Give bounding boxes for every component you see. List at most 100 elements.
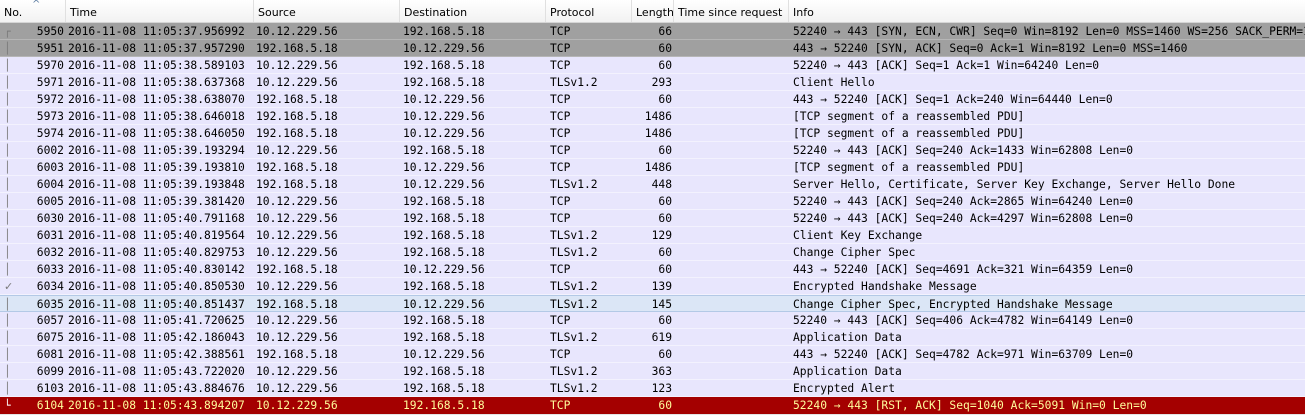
packet-row[interactable]: │ 6081 2016-11-08 11:05:42.388561 192.168.5…	[0, 346, 1305, 363]
column-label-length: Length	[636, 6, 674, 19]
column-header-time-since-request[interactable]: Time since request	[674, 0, 789, 22]
packet-info: Client Hello	[793, 76, 875, 89]
packet-source: 10.12.229.56	[256, 365, 338, 378]
packet-time: 2016-11-08 11:05:42.388561	[68, 348, 245, 361]
packet-length: 60	[658, 348, 672, 361]
packet-number: 6003	[36, 161, 64, 174]
packet-row[interactable]: │ 6057 2016-11-08 11:05:41.720625 10.12.229…	[0, 312, 1305, 329]
column-header-destination[interactable]: Destination	[400, 0, 546, 22]
packet-protocol: TCP	[550, 399, 571, 412]
packet-row[interactable]: │ 5971 2016-11-08 11:05:38.637368 10.12.229…	[0, 74, 1305, 91]
packet-row[interactable]: │ 5951 2016-11-08 11:05:37.957290 192.168.5…	[0, 40, 1305, 57]
packet-row[interactable]: │ 6005 2016-11-08 11:05:39.381420 10.12.229…	[0, 193, 1305, 210]
packet-time-since-request	[676, 159, 788, 176]
packet-number: 6103	[36, 382, 64, 395]
packet-protocol: TCP	[550, 314, 571, 327]
packet-time-since-request	[676, 108, 788, 125]
column-header-info[interactable]: Info	[789, 0, 1305, 22]
packet-length: 293	[651, 76, 672, 89]
packet-time: 2016-11-08 11:05:39.193810	[68, 161, 245, 174]
packet-protocol: TLSv1.2	[550, 298, 598, 311]
packet-length: 60	[658, 93, 672, 106]
packet-row[interactable]: │ 5972 2016-11-08 11:05:38.638070 192.168.5…	[0, 91, 1305, 108]
packet-row[interactable]: ┌ 5950 2016-11-08 11:05:37.956992 10.12.229…	[0, 23, 1305, 40]
column-header-length[interactable]: Length	[632, 0, 674, 22]
packet-row[interactable]: │ 6099 2016-11-08 11:05:43.722020 10.12.229…	[0, 363, 1305, 380]
packet-source: 192.168.5.18	[256, 93, 338, 106]
packet-destination: 192.168.5.18	[403, 76, 485, 89]
packet-destination: 192.168.5.18	[403, 314, 485, 327]
packet-row[interactable]: ✓ 6034 2016-11-08 11:05:40.850530 10.12.229…	[0, 278, 1305, 295]
packet-number: 6005	[36, 195, 64, 208]
packet-number: 5971	[36, 76, 64, 89]
packet-length: 66	[658, 25, 672, 38]
packet-row[interactable]: └ 6104 2016-11-08 11:05:43.894207 10.12.229…	[0, 397, 1305, 414]
packet-destination: 192.168.5.18	[403, 280, 485, 293]
packet-number: 6030	[36, 212, 64, 225]
packet-number: 5970	[36, 59, 64, 72]
packet-row[interactable]: │ 6035 2016-11-08 11:05:40.851437 192.168.5…	[0, 295, 1305, 312]
column-header-time[interactable]: Time	[66, 0, 254, 22]
packet-protocol: TCP	[550, 161, 571, 174]
packet-time: 2016-11-08 11:05:38.637368	[68, 76, 245, 89]
packet-protocol: TCP	[550, 263, 571, 276]
packet-source: 10.12.229.56	[256, 331, 338, 344]
packet-row[interactable]: │ 6032 2016-11-08 11:05:40.829753 10.12.229…	[0, 244, 1305, 261]
packet-time: 2016-11-08 11:05:40.829753	[68, 246, 245, 259]
column-label-time-since-request: Time since request	[678, 6, 783, 19]
packet-time: 2016-11-08 11:05:38.646050	[68, 127, 245, 140]
packet-list-bottom-border	[0, 414, 1305, 419]
packet-row[interactable]: │ 6003 2016-11-08 11:05:39.193810 192.168.5…	[0, 159, 1305, 176]
packet-length: 60	[658, 144, 672, 157]
packet-source: 10.12.229.56	[256, 314, 338, 327]
packet-protocol: TLSv1.2	[550, 246, 598, 259]
packet-row[interactable]: │ 5974 2016-11-08 11:05:38.646050 192.168.5…	[0, 125, 1305, 142]
column-header-protocol[interactable]: Protocol	[546, 0, 632, 22]
packet-source: 192.168.5.18	[256, 298, 338, 311]
packet-time-since-request	[676, 312, 788, 329]
packet-info: [TCP segment of a reassembled PDU]	[793, 110, 1025, 123]
packet-info: 52240 → 443 [SYN, ECN, CWR] Seq=0 Win=81…	[793, 25, 1305, 38]
packet-info: Server Hello, Certificate, Server Key Ex…	[793, 178, 1236, 191]
packet-protocol: TLSv1.2	[550, 229, 598, 242]
packet-time-since-request	[676, 296, 788, 313]
packet-destination: 192.168.5.18	[403, 229, 485, 242]
packet-info: [TCP segment of a reassembled PDU]	[793, 161, 1025, 174]
packet-time-since-request	[676, 329, 788, 346]
packet-row[interactable]: │ 6033 2016-11-08 11:05:40.830142 192.168.5…	[0, 261, 1305, 278]
packet-time-since-request	[676, 363, 788, 380]
packet-protocol: TLSv1.2	[550, 76, 598, 89]
column-header-no[interactable]: No. ^	[0, 0, 66, 22]
packet-info: Application Data	[793, 331, 902, 344]
packet-number: 5951	[36, 42, 64, 55]
packet-row[interactable]: │ 6103 2016-11-08 11:05:43.884676 10.12.229…	[0, 380, 1305, 397]
packet-length: 60	[658, 59, 672, 72]
packet-info: Application Data	[793, 365, 902, 378]
packet-number: 6031	[36, 229, 64, 242]
packet-row[interactable]: │ 6030 2016-11-08 11:05:40.791168 10.12.229…	[0, 210, 1305, 227]
column-label-no: No.	[4, 6, 23, 19]
packet-row[interactable]: │ 5970 2016-11-08 11:05:38.589103 10.12.229…	[0, 57, 1305, 74]
packet-number: 5950	[36, 25, 64, 38]
packet-info: Change Cipher Spec, Encrypted Handshake …	[793, 298, 1113, 311]
packet-row[interactable]: │ 6031 2016-11-08 11:05:40.819564 10.12.229…	[0, 227, 1305, 244]
packet-row[interactable]: │ 6075 2016-11-08 11:05:42.186043 10.12.229…	[0, 329, 1305, 346]
packet-number: 6104	[36, 399, 64, 412]
packet-time: 2016-11-08 11:05:39.193294	[68, 144, 245, 157]
packet-time: 2016-11-08 11:05:40.851437	[68, 298, 245, 311]
column-label-info: Info	[793, 6, 814, 19]
packet-length: 60	[658, 195, 672, 208]
packet-time: 2016-11-08 11:05:38.589103	[68, 59, 245, 72]
packet-source: 192.168.5.18	[256, 263, 338, 276]
packet-number: 5972	[36, 93, 64, 106]
packet-time-since-request	[676, 210, 788, 227]
packet-row[interactable]: │ 6002 2016-11-08 11:05:39.193294 10.12.229…	[0, 142, 1305, 159]
packet-time-since-request	[676, 74, 788, 91]
packet-time-since-request	[676, 193, 788, 210]
packet-row[interactable]: │ 6004 2016-11-08 11:05:39.193848 192.168.5…	[0, 176, 1305, 193]
packet-info: 52240 → 443 [RST, ACK] Seq=1040 Ack=5091…	[793, 399, 1147, 412]
packet-length: 619	[651, 331, 672, 344]
packet-destination: 10.12.229.56	[403, 93, 485, 106]
column-header-source[interactable]: Source	[254, 0, 400, 22]
packet-row[interactable]: │ 5973 2016-11-08 11:05:38.646018 192.168.5…	[0, 108, 1305, 125]
